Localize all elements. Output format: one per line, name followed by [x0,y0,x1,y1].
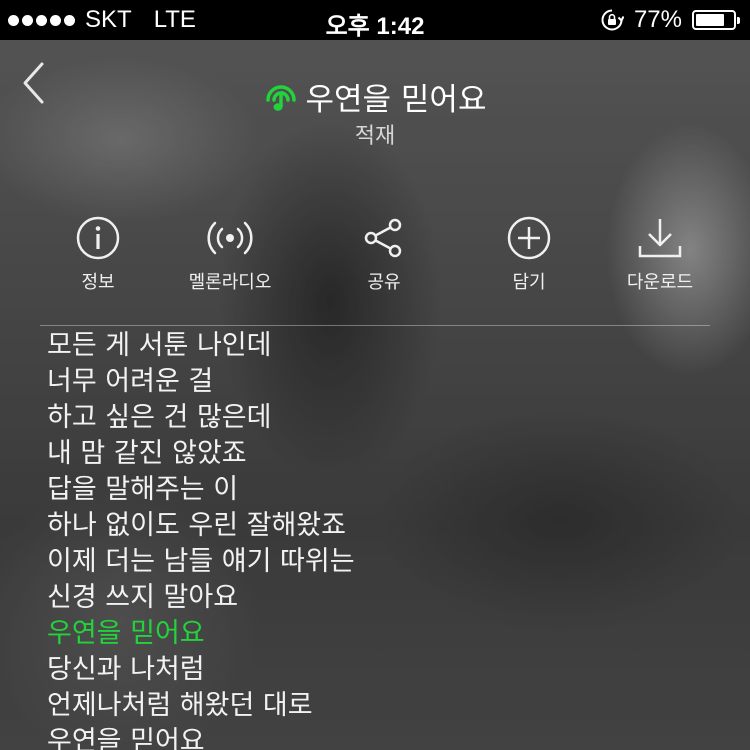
lyric-line: 답을 말해주는 이 [47,474,239,505]
lyrics-screen: SKT LTE 오후 1:42 77% 우연을 믿어요 적재 정보 멜론라디오 … [0,0,750,750]
info-icon [76,216,120,260]
action-label-download: 다운로드 [626,272,694,293]
lyric-line-current: 우연을 믿어요 [47,618,205,649]
action-label-share: 공유 [367,272,401,293]
melon-radio-button[interactable]: 멜론라디오 [170,214,290,294]
rotation-lock-icon [601,9,624,31]
divider [40,325,710,326]
info-button[interactable]: 정보 [38,214,158,294]
status-bar: SKT LTE 오후 1:42 77% [0,0,750,40]
lyric-line: 너무 어려운 걸 [47,366,214,397]
lyric-line: 신경 쓰지 말아요 [47,582,239,613]
share-icon [364,218,402,258]
artist-name: 적재 [354,124,396,149]
share-button[interactable]: 공유 [324,214,444,294]
lyric-line: 하나 없이도 우린 잘해왔죠 [47,510,346,541]
lyric-line: 하고 싶은 건 많은데 [47,402,272,433]
action-bar: 정보 멜론라디오 공유 담기 다운로드 [0,214,750,294]
add-to-playlist-button[interactable]: 담기 [469,214,589,294]
action-label-add: 담기 [512,272,546,293]
lyric-line: 모든 게 서툰 나인데 [47,330,272,361]
action-label-info: 정보 [81,272,115,293]
lyric-line: 당신과 나처럼 [47,654,205,685]
lyric-line: 우연을 믿어요 [47,726,205,750]
lyrics-list[interactable]: 모든 게 서툰 나인데너무 어려운 걸하고 싶은 건 많은데내 맘 같진 않았죠… [47,328,730,750]
lyric-line: 이제 더는 남들 얘기 따위는 [47,546,355,577]
lyric-line: 내 맘 같진 않았죠 [47,438,247,469]
download-icon [638,219,682,258]
action-label-radio: 멜론라디오 [188,272,272,293]
song-title-row: 우연을 믿어요 [0,74,750,119]
song-title: 우연을 믿어요 [305,82,487,118]
add-icon [507,216,551,260]
now-playing-icon [265,84,296,111]
battery-percent: 77% [633,6,682,33]
lyric-line: 언제나처럼 해왔던 대로 [47,690,313,721]
download-button[interactable]: 다운로드 [600,214,720,294]
radio-icon [207,221,253,255]
battery-icon [692,10,740,30]
